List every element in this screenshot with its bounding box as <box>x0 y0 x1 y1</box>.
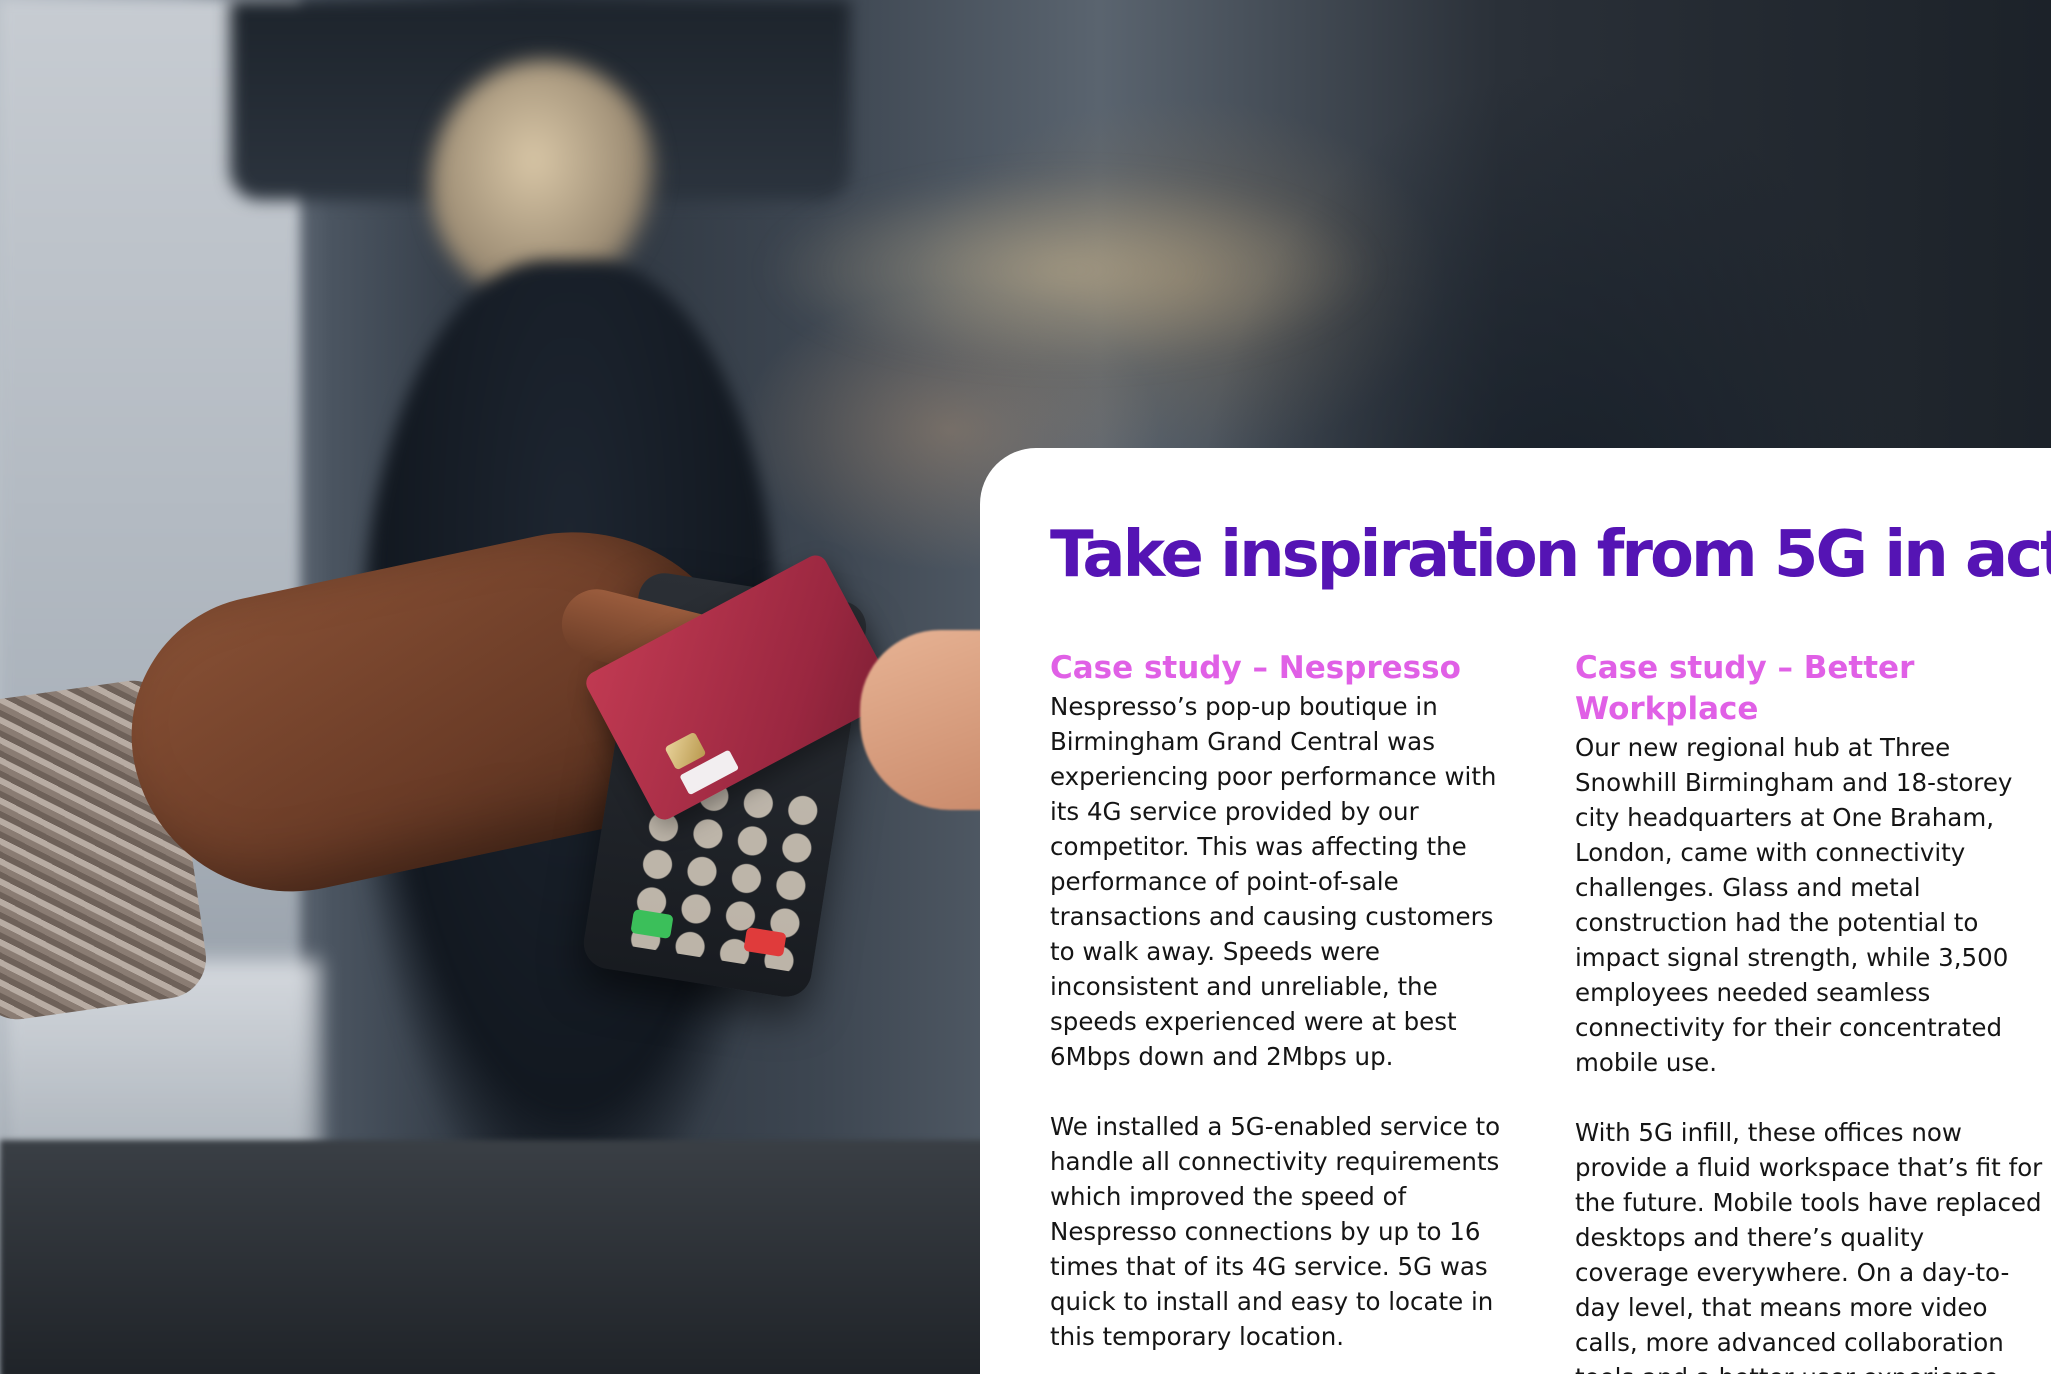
case-study-heading: Case study – Better Workplace <box>1575 650 1915 727</box>
case-study-heading: Case study – Nespresso <box>1050 650 1461 686</box>
case-study-paragraph: With 5G infill, these offices now provid… <box>1575 1118 2043 1374</box>
case-study-better-workplace: Case study – Better Workplace Our new re… <box>1575 648 2045 1374</box>
case-study-nespresso: Case study – Nespresso Nespresso’s pop-u… <box>1050 648 1520 1374</box>
content-panel: Take inspiration from 5G in action Case … <box>980 448 2051 1374</box>
case-study-paragraph: Our new regional hub at Three Snowhill B… <box>1575 733 2013 1077</box>
photo-counter <box>0 1140 1000 1374</box>
page-title: Take inspiration from 5G in action <box>1050 518 2051 592</box>
case-study-paragraph: We installed a 5G-enabled service to han… <box>1050 1112 1501 1351</box>
photo-shelf-glow <box>760 170 1380 370</box>
case-study-paragraph: Nespresso’s pop-up boutique in Birmingha… <box>1050 692 1497 1071</box>
